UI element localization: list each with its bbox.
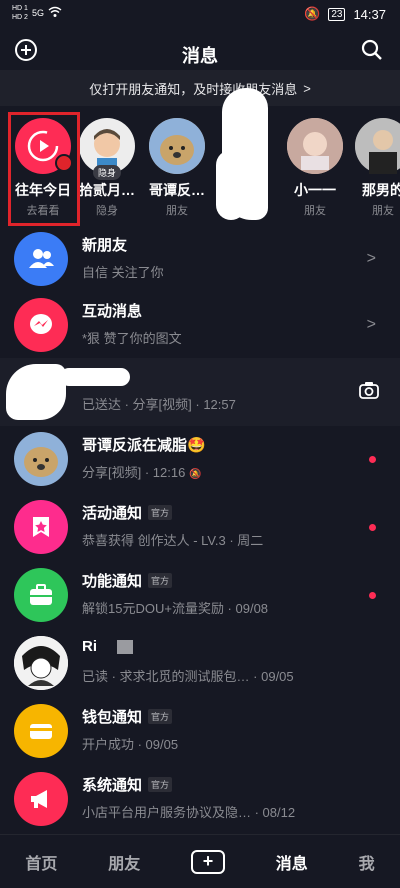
row-title: Ri [82,638,133,655]
signal-label: 5G [31,8,44,18]
row-title-text: Ri [82,638,97,655]
friend-notify-banner[interactable]: 仅打开朋友通知，及时接收朋友消息 > [0,70,400,106]
nav-friends[interactable]: 朋友 [108,850,140,874]
story-friend[interactable]: 哥谭反… 朋友 [140,112,214,218]
header: 消息 [0,30,400,70]
nav-me[interactable]: 我 [359,850,375,874]
row-subtitle: 自信 关注了你 [82,265,164,280]
row-title: 系统通知 官方 [82,774,173,795]
avatar [355,118,400,174]
anime-avatar [14,636,68,690]
search-icon[interactable] [360,38,384,62]
story-sub: 隐身 [96,205,118,217]
row-title-text: 功能通知 [82,573,143,590]
official-badge: 官方 [148,777,173,792]
hd2-label: HD 2 [12,14,28,21]
chevron-right-icon: > [366,316,376,333]
image-icon [117,639,133,654]
story-sub: 朋友 [372,205,394,217]
list-item-interactions[interactable]: 互动消息 *狠 赞了你的图文 > [0,292,400,360]
story-name: 拾贰月… [79,182,135,198]
status-bar: HD 1 HD 2 5G 🔕 23 14:37 [0,0,400,30]
official-badge: 官方 [148,505,173,520]
row-subtitle: 已送达 · 分享[视频] · 12:57 [82,397,236,412]
row-title: 功能通知 官方 [82,570,173,591]
people-icon [14,232,68,286]
row-title: 哥谭反派在减脂🤩 [82,437,206,454]
row-subtitle: 分享[视频] · 12:16 🔕 [82,462,201,481]
highlight-box [8,112,80,226]
row-title: 互动消息 [82,303,143,320]
list-item-system-notice[interactable]: 系统通知 官方 小店平台用户服务协议及隐… · 08/12 [0,766,400,834]
row-subtitle: *狠 赞了你的图文 [82,331,182,346]
row-subtitle: 小店平台用户服务协议及隐… · 08/12 [82,805,296,820]
chevron-right-icon: > [303,80,311,96]
page-title: 消息 [182,46,218,66]
list-item-activity-notice[interactable]: 活动通知 官方 恭喜获得 创作达人 - LV.3 · 周二 [0,494,400,562]
list-item-feature-notice[interactable]: 功能通知 官方 解锁15元DOU+流量奖励 · 09/08 [0,562,400,630]
bottom-nav: 首页 朋友 + 消息 我 [0,834,400,888]
nav-messages[interactable]: 消息 [276,850,308,874]
story-friend[interactable]: 隐身 拾贰月… 隐身 [70,112,144,218]
story-sub: 朋友 [304,205,326,217]
chevron-right-icon: > [366,250,376,267]
unread-dot [369,524,376,531]
story-name: 小一一 [294,182,336,198]
row-title: 活动通知 官方 [82,502,173,523]
row-title-text: 系统通知 [82,777,143,794]
avatar [287,118,343,174]
row-subtitle: 已读 · 求求北觅的测试服包… · 09/05 [82,669,294,684]
unread-dot [369,592,376,599]
unread-dot [369,456,376,463]
row-subtitle: 恭喜获得 创作达人 - LV.3 · 周二 [82,533,264,548]
dog-avatar [14,432,68,486]
story-sub: 朋友 [166,205,188,217]
row-subtitle: 解锁15元DOU+流量奖励 · 09/08 [82,601,269,616]
list-item-chat-ri[interactable]: Ri 已读 · 求求北觅的测试服包… · 09/05 [0,630,400,698]
dog-avatar [149,118,205,174]
story-name: 那男的 [362,182,400,198]
nav-home[interactable]: 首页 [25,850,57,874]
list-item-wallet-notice[interactable]: 钱包通知 官方 开户成功 · 09/05 [0,698,400,766]
official-badge: 官方 [148,573,173,588]
story-friend[interactable]: 小一一 朋友 [278,112,352,218]
create-button[interactable]: + [190,849,225,874]
redaction-scribble [6,364,66,420]
invisible-tag: 隐身 [92,165,122,180]
banner-text: 仅打开朋友通知，及时接收朋友消息 [89,81,298,97]
wallet-icon [14,704,68,758]
official-badge: 官方 [148,709,173,724]
redaction-scribble [60,368,130,386]
status-right: 🔕 23 14:37 [304,6,386,22]
clock: 14:37 [353,6,386,22]
story-name: 哥谭反… [149,182,205,198]
row-subtitle: 开户成功 · 09/05 [82,737,179,752]
briefcase-icon [14,568,68,622]
hd1-label: HD 1 [12,5,28,12]
row-title: 钱包通知 官方 [82,706,173,727]
megaphone-icon [14,772,68,826]
wifi-icon [48,6,62,20]
list-item-redacted-chat[interactable]: 已送达 · 分享[视频] · 12:57 [0,358,400,426]
row-title: 新朋友 [82,237,128,254]
list-item-chat[interactable]: 哥谭反派在减脂🤩 分享[视频] · 12:16 🔕 [0,426,400,494]
chat-bolt-icon [14,298,68,352]
story-friend[interactable]: 那男的 朋友 [346,112,400,218]
mute-bell-icon: 🔕 [304,6,321,21]
battery-indicator: 23 [328,7,346,21]
list-item-new-friends[interactable]: 新朋友 自信 关注了你 > [0,226,400,294]
row-subtitle-text: 分享[视频] · 12:16 [82,465,186,480]
redaction-scribble [216,150,246,220]
row-title-text: 钱包通知 [82,709,143,726]
camera-icon[interactable] [358,380,380,405]
avatar: 隐身 [79,118,135,180]
mute-icon: 🔕 [188,469,202,480]
star-bookmark-icon [14,500,68,554]
network-indicators: HD 1 HD 2 5G [12,4,62,22]
row-title-text: 活动通知 [82,505,143,522]
